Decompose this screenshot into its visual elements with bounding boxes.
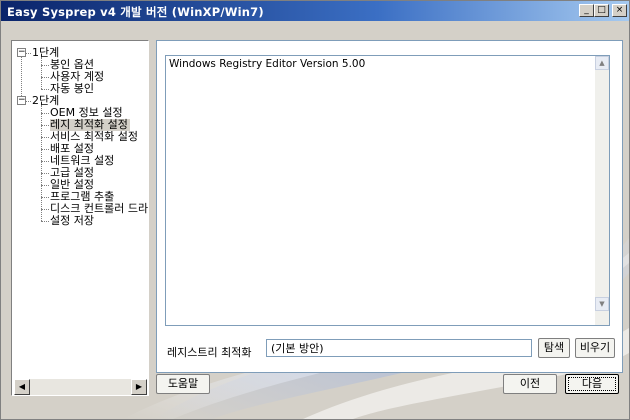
- tree-connector: [41, 65, 49, 66]
- registry-vertical-scrollbar[interactable]: ▲ ▼: [595, 56, 609, 325]
- registry-preset-input[interactable]: [266, 339, 532, 357]
- tree-connector: [41, 137, 49, 138]
- maximize-button[interactable]: □: [594, 4, 609, 17]
- clear-button[interactable]: 비우기: [575, 338, 615, 358]
- close-button[interactable]: ×: [612, 4, 627, 17]
- scroll-left-icon[interactable]: ◀: [14, 379, 30, 395]
- tree-horizontal-scrollbar[interactable]: ◀ ▶: [14, 379, 147, 395]
- tree-connector: [41, 105, 42, 221]
- tree-connector: [41, 221, 49, 222]
- back-button[interactable]: 이전: [503, 374, 557, 394]
- tree-connector: [21, 57, 22, 96]
- tree-connector: [26, 101, 31, 102]
- tree-connector: [41, 57, 42, 89]
- main-window: Easy Sysprep v4 개발 버전 (WinXP/Win7) _ □ ×: [0, 0, 630, 420]
- step-tree[interactable]: −1단계 봉인 옵션 사용자 계정 자동 봉인 −2단계 OEM 정보 설정 레지 최적화 …: [11, 40, 149, 396]
- tree-connector: [41, 173, 49, 174]
- size-grip-icon: [595, 311, 609, 325]
- tree-connector: [26, 53, 31, 54]
- tree-connector: [41, 77, 49, 78]
- minimize-button[interactable]: _: [579, 4, 594, 17]
- scroll-down-icon[interactable]: ▼: [595, 297, 609, 311]
- tree-connector: [41, 113, 49, 114]
- tree-connector: [41, 209, 49, 210]
- tree-connector: [41, 125, 49, 126]
- collapse-icon[interactable]: −: [17, 48, 26, 57]
- browse-button[interactable]: 탐색: [538, 338, 570, 358]
- collapse-icon[interactable]: −: [17, 96, 26, 105]
- scroll-up-icon[interactable]: ▲: [595, 56, 609, 70]
- registry-content: Windows Registry Editor Version 5.00: [169, 58, 366, 70]
- registry-optimize-label: 레지스트리 최적화: [167, 346, 252, 359]
- tree-connector: [41, 149, 49, 150]
- tree-connector: [41, 89, 49, 90]
- registry-panel: Windows Registry Editor Version 5.00 ▲ ▼…: [156, 40, 623, 373]
- scroll-right-icon[interactable]: ▶: [131, 379, 147, 395]
- tree-connector: [41, 197, 49, 198]
- tree-connector: [41, 185, 49, 186]
- next-button[interactable]: 다음: [565, 374, 619, 394]
- registry-editor[interactable]: Windows Registry Editor Version 5.00 ▲ ▼: [165, 55, 610, 326]
- tree-item[interactable]: 설정 저장: [50, 215, 94, 227]
- client-area: −1단계 봉인 옵션 사용자 계정 자동 봉인 −2단계 OEM 정보 설정 레지 최적화 …: [3, 23, 629, 419]
- tree-connector: [41, 161, 49, 162]
- window-title: Easy Sysprep v4 개발 버전 (WinXP/Win7): [7, 5, 264, 19]
- title-bar[interactable]: Easy Sysprep v4 개발 버전 (WinXP/Win7) _ □ ×: [1, 1, 629, 21]
- help-button[interactable]: 도움말: [156, 374, 210, 394]
- tree-list: −1단계 봉인 옵션 사용자 계정 자동 봉인 −2단계 OEM 정보 설정 레지 최적화 …: [12, 41, 148, 377]
